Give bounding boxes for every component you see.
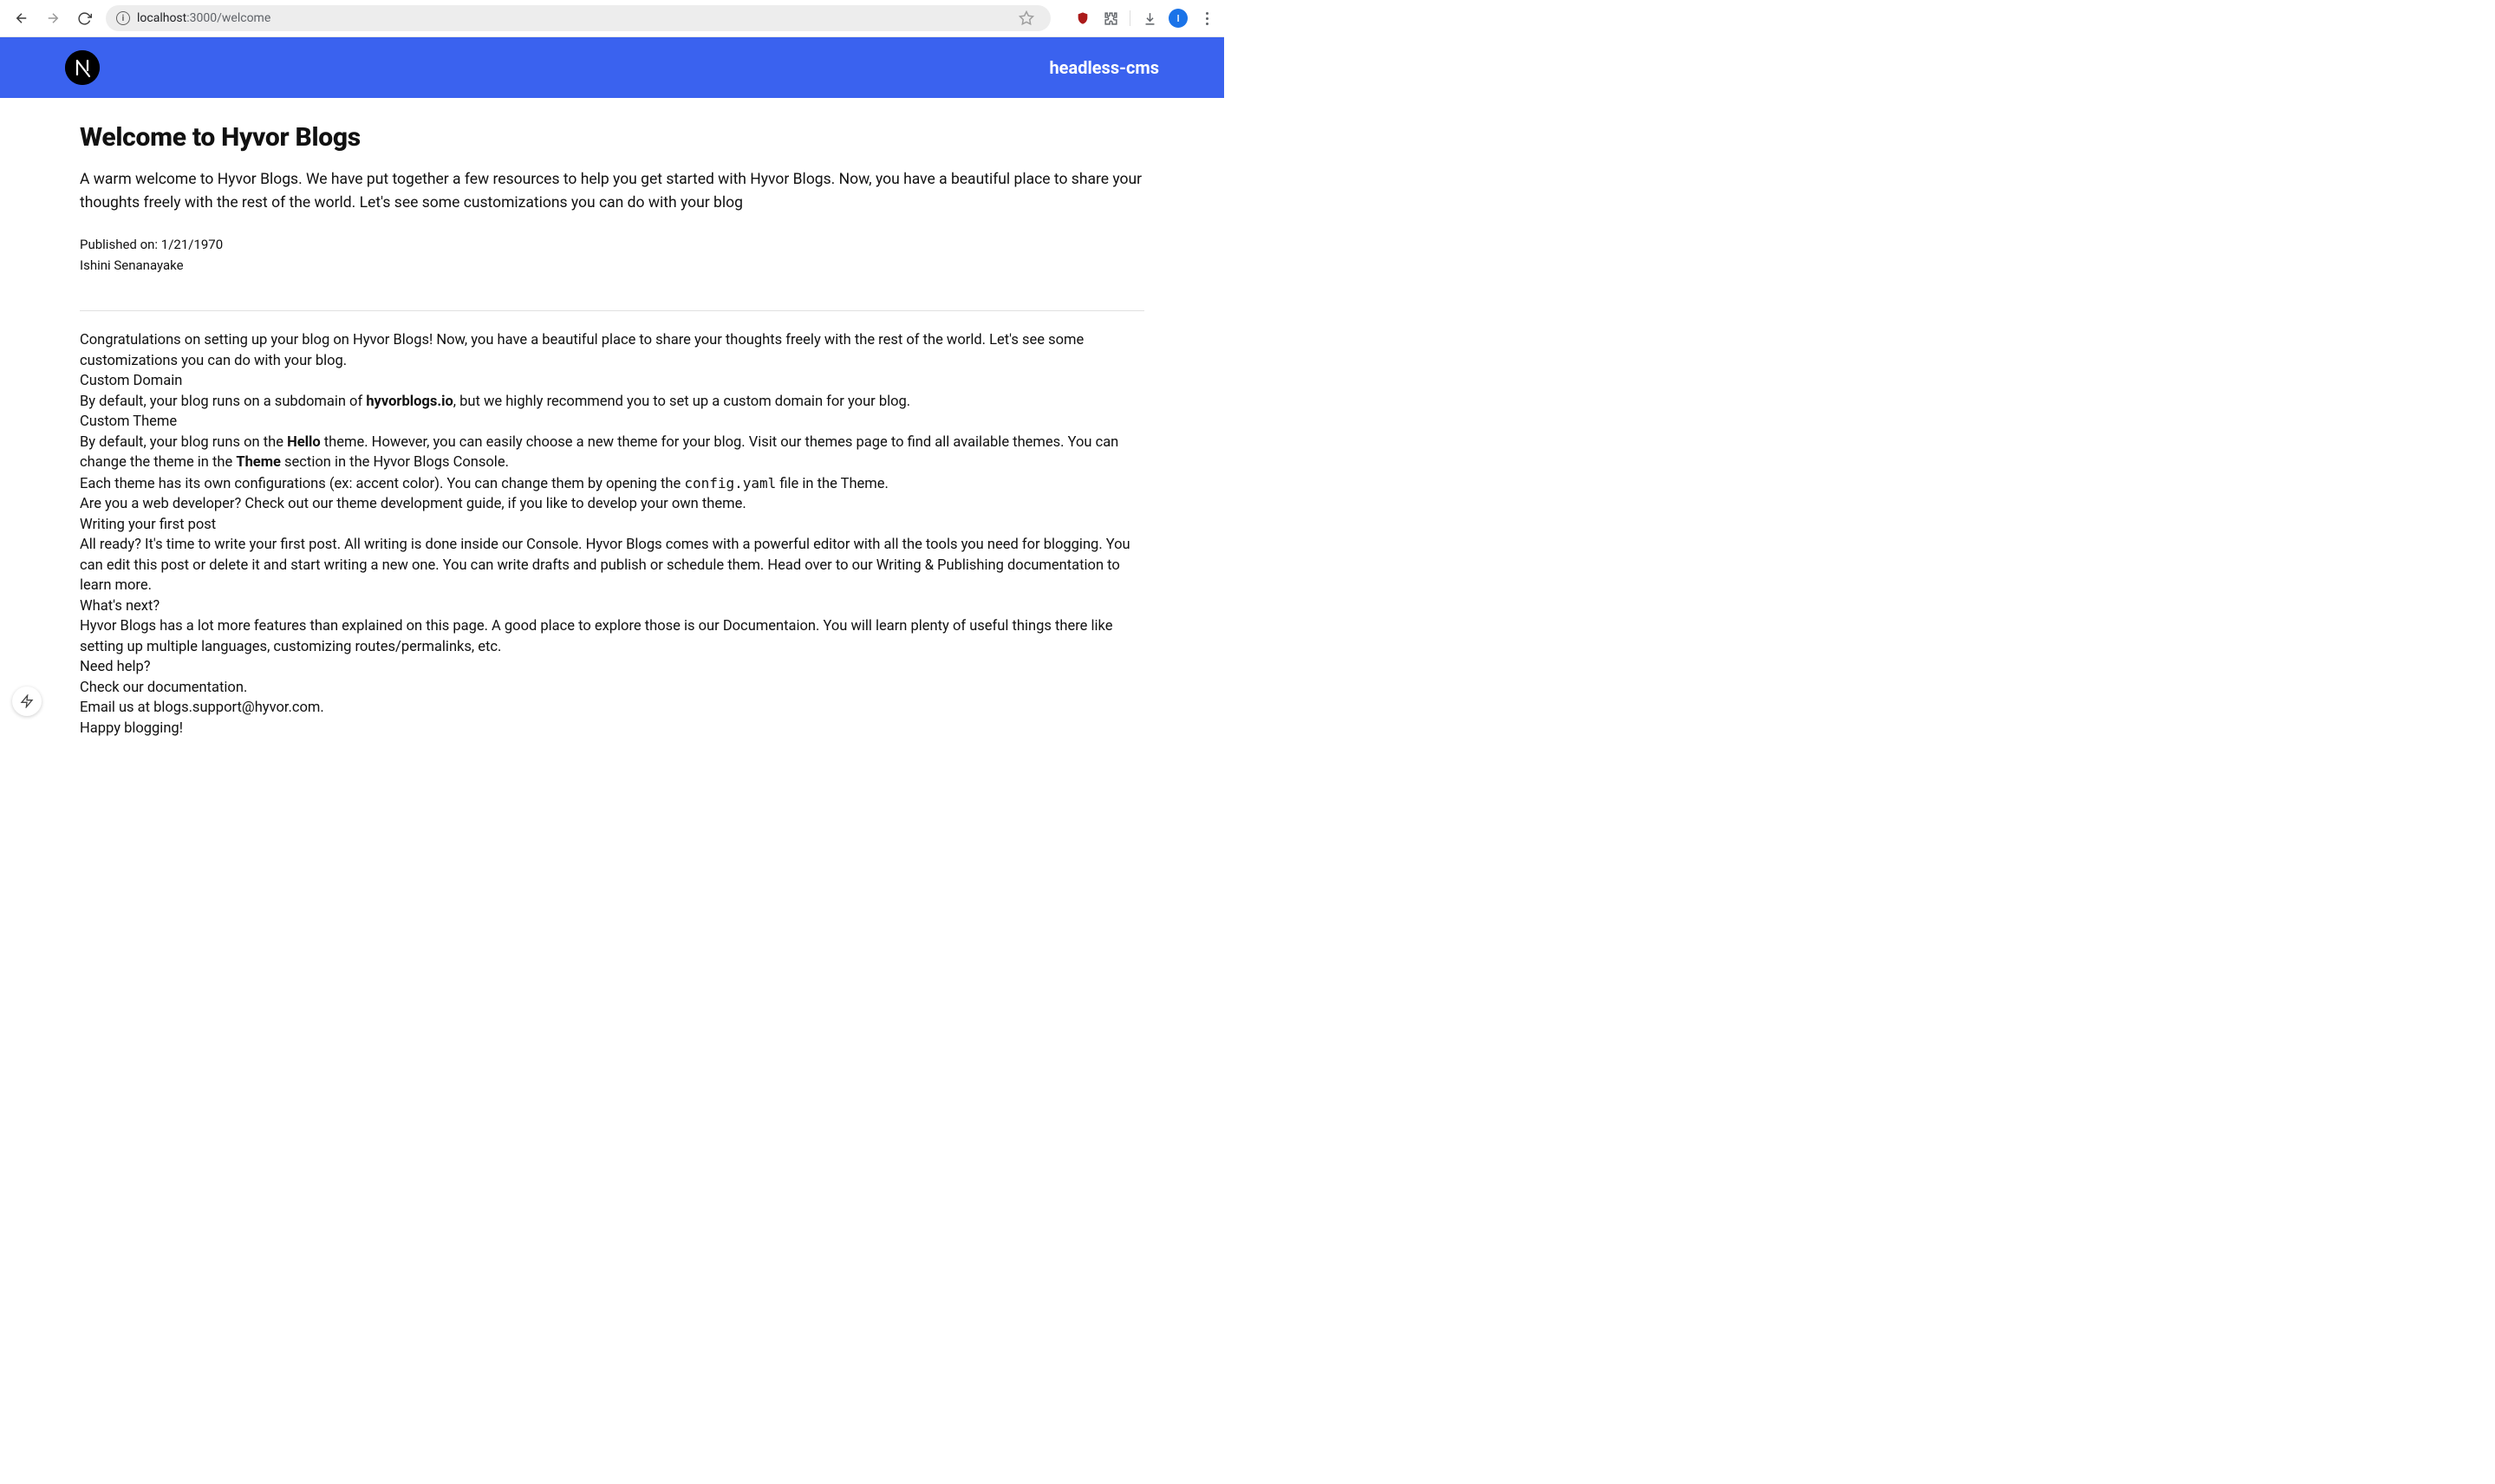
divider bbox=[80, 310, 1144, 311]
site-info-icon[interactable]: i bbox=[116, 11, 130, 25]
body-paragraph: By default, your blog runs on the Hello … bbox=[80, 433, 1144, 473]
back-button[interactable] bbox=[9, 5, 35, 31]
body-paragraph: Each theme has its own configurations (e… bbox=[80, 473, 1144, 495]
section-heading: Writing your first post bbox=[80, 515, 1144, 536]
post-author: Ishini Senanayake bbox=[80, 255, 1144, 276]
section-heading: Custom Domain bbox=[80, 371, 1144, 392]
section-heading: Custom Theme bbox=[80, 412, 1144, 433]
bookmark-button[interactable] bbox=[1018, 10, 1035, 27]
devtools-button[interactable] bbox=[12, 687, 42, 716]
app-logo[interactable] bbox=[65, 50, 100, 85]
more-vertical-icon bbox=[1206, 12, 1208, 25]
reload-button[interactable] bbox=[71, 5, 97, 31]
puzzle-icon bbox=[1104, 11, 1118, 26]
forward-button[interactable] bbox=[40, 5, 66, 31]
lightning-icon bbox=[20, 694, 34, 708]
star-icon bbox=[1019, 10, 1034, 26]
reload-icon bbox=[77, 11, 92, 26]
download-icon bbox=[1143, 11, 1157, 26]
chrome-right-controls: I bbox=[1074, 9, 1215, 28]
post-intro: A warm welcome to Hyvor Blogs. We have p… bbox=[80, 168, 1144, 215]
post-body: Congratulations on setting up your blog … bbox=[80, 330, 1144, 739]
body-paragraph: All ready? It's time to write your first… bbox=[80, 535, 1144, 596]
post-title: Welcome to Hyvor Blogs bbox=[80, 122, 1144, 153]
arrow-left-icon bbox=[14, 10, 29, 26]
published-label: Published on: bbox=[80, 237, 161, 252]
url-host: localhost bbox=[137, 11, 186, 25]
bold-text: Hello bbox=[287, 434, 321, 451]
arrow-right-icon bbox=[45, 10, 61, 26]
body-paragraph: Hyvor Blogs has a lot more features than… bbox=[80, 616, 1144, 657]
url-text: localhost:3000/welcome bbox=[137, 11, 270, 25]
browser-menu-button[interactable] bbox=[1198, 10, 1215, 27]
bold-text: hyvorblogs.io bbox=[366, 394, 453, 410]
inline-code: config.yaml bbox=[684, 475, 776, 491]
body-paragraph: Check our documentation. bbox=[80, 678, 1144, 699]
body-paragraph: Happy blogging! bbox=[80, 719, 1144, 739]
body-paragraph: Email us at blogs.support@hyvor.com. bbox=[80, 698, 1144, 719]
bold-text: Theme bbox=[236, 454, 281, 471]
nextjs-logo-icon bbox=[65, 50, 100, 85]
app-title: headless-cms bbox=[1049, 57, 1159, 78]
main-content: Welcome to Hyvor Blogs A warm welcome to… bbox=[0, 98, 1224, 773]
app-header: headless-cms bbox=[0, 37, 1224, 98]
profile-avatar[interactable]: I bbox=[1169, 9, 1188, 28]
shield-icon bbox=[1076, 11, 1090, 25]
published-date: 1/21/1970 bbox=[161, 237, 223, 252]
post-published: Published on: 1/21/1970 bbox=[80, 234, 1144, 255]
body-paragraph: By default, your blog runs on a subdomai… bbox=[80, 392, 1144, 413]
section-heading: What's next? bbox=[80, 596, 1144, 617]
downloads-button[interactable] bbox=[1141, 10, 1158, 27]
extensions-button[interactable] bbox=[1102, 10, 1119, 27]
address-bar[interactable]: i localhost:3000/welcome bbox=[106, 5, 1051, 31]
body-paragraph: Congratulations on setting up your blog … bbox=[80, 330, 1144, 371]
ublock-button[interactable] bbox=[1074, 10, 1091, 27]
url-path: :3000/welcome bbox=[186, 11, 270, 25]
avatar-initial: I bbox=[1176, 13, 1179, 24]
browser-toolbar: i localhost:3000/welcome I bbox=[0, 0, 1224, 37]
section-heading: Need help? bbox=[80, 657, 1144, 678]
body-paragraph: Are you a web developer? Check out our t… bbox=[80, 494, 1144, 515]
